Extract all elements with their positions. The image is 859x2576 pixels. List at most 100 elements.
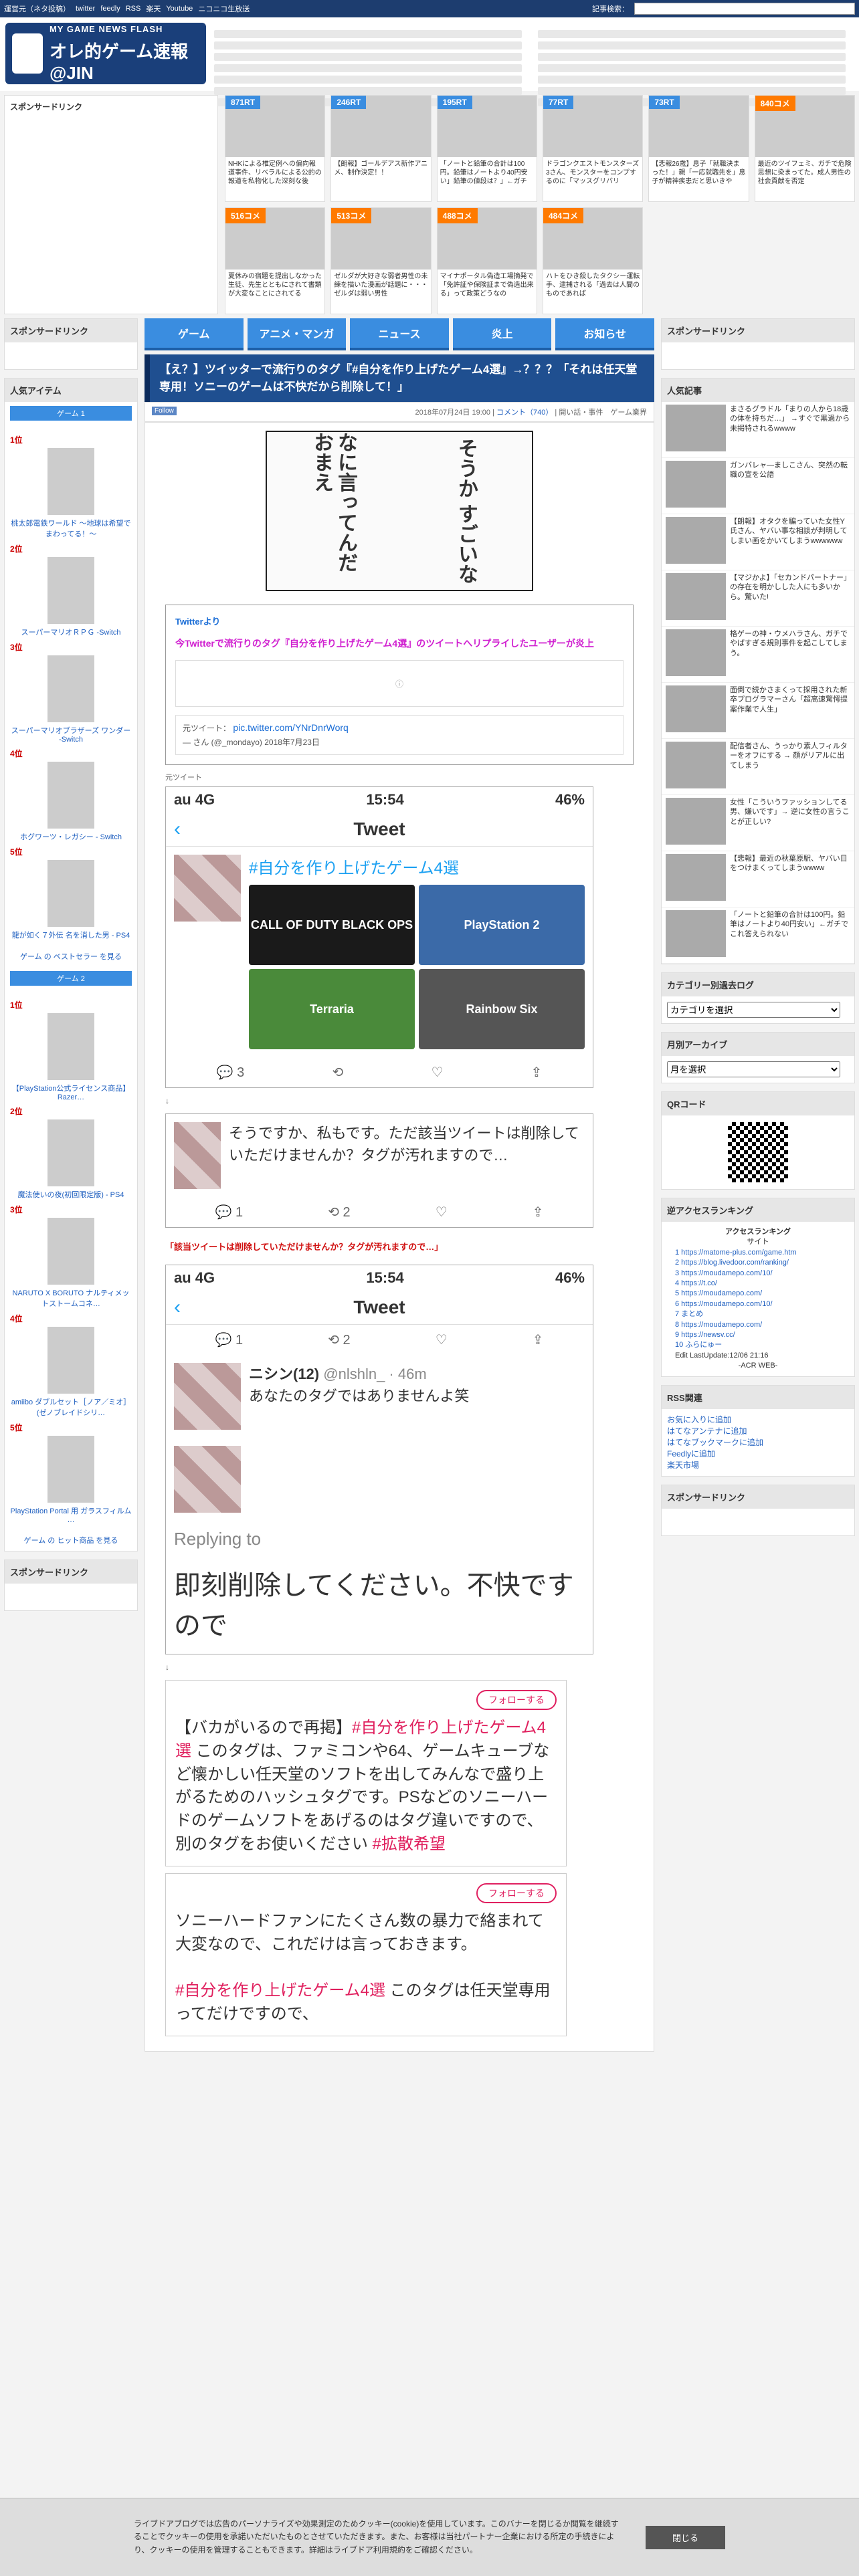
hot-tile[interactable]: 246RT 【朗報】ゴールデアス新作アニメ、制作決定！！ — [330, 95, 432, 202]
retweet-icon[interactable]: ⟲ 2 — [328, 1204, 350, 1220]
top-link[interactable]: 楽天 — [146, 3, 161, 14]
back-icon[interactable]: ‹ — [174, 818, 201, 841]
close-button[interactable]: 閉じる — [645, 2525, 725, 2549]
product-image[interactable] — [47, 1218, 94, 1285]
hot-tile[interactable]: 488コメ マイナポータル偽造工場摘発で「免許証や保険証まで偽造出来る」って政策ど… — [436, 207, 537, 314]
product-name[interactable]: 龍が如く７外伝 名を消した男 - PS4 — [10, 930, 132, 940]
hot-tile[interactable]: 484コメ ハトをひき殺したタクシー運転手、逮捕される「過去は人間のものであれば — [542, 207, 644, 314]
popular-article[interactable]: まさるグラドル「まりの人から18歳の体を持ちだ…」 →すぐで黒過から未掲特される… — [662, 402, 854, 458]
site-logo[interactable]: MY GAME NEWS FLASH オレ的ゲーム速報@JIN — [5, 23, 206, 84]
article-title[interactable]: 【悲報】最近の秋葉原駅、ヤバい目をつけまくってしまうwwww — [726, 854, 850, 904]
product-name[interactable]: NARUTO X BORUTO ナルティメットストームコネ… — [10, 1287, 132, 1309]
tile-text[interactable]: ドラゴンクエストモンスターズ3さん、モンスターをコンプするのに「マッスグリバリ — [543, 157, 642, 189]
hashtag[interactable]: #自分を作り上げたゲーム4選 — [175, 1981, 385, 2000]
nav-anime[interactable]: アニメ・マンガ — [247, 318, 347, 350]
popular-article[interactable]: 「ノートと鉛筆の合計は100円。鉛筆はノートより40円安い」←ガチでこれ答えられ… — [662, 907, 854, 964]
like-icon[interactable]: ♡ — [436, 1204, 448, 1220]
rss-link[interactable]: はてなアンテナに追加 — [667, 1426, 849, 1437]
nav-game[interactable]: ゲーム — [145, 318, 244, 350]
popular-article[interactable]: 【マジかよ】「セカンドパートナー」の存在を明かしした人にも多いから。驚いた! — [662, 570, 854, 627]
ranking-row[interactable]: 8 https://moudamepo.com/ — [675, 1320, 841, 1330]
product-name[interactable]: 桃太郎電鉄ワールド ～地球は希望でまわってる！～ — [10, 518, 132, 539]
retweet-icon[interactable]: ⟲ — [332, 1064, 343, 1081]
article-title[interactable]: 面倒で続かさまくって採用された新卒プログラマーさん「超高速驚愕提案作業で人生」 — [726, 685, 850, 736]
product-image[interactable] — [47, 655, 94, 722]
ranking-row[interactable]: 5 https://moudamepo.com/ — [675, 1289, 841, 1299]
top-link[interactable]: Youtube — [166, 5, 193, 13]
quote-link[interactable]: pic.twitter.com/YNrDnrWorq — [233, 722, 348, 733]
hashtag[interactable]: #拡散希望 — [373, 1835, 446, 1853]
ranking-row[interactable]: 4 https://t.co/ — [675, 1279, 841, 1289]
product-image[interactable] — [47, 860, 94, 927]
article-title[interactable]: 【朗報】オタクを騙っていた女性Y氏さん、ヤバい事な相談が判明してしまい画をかいて… — [726, 517, 850, 567]
product-name[interactable]: スーパーマリオＲＰＧ -Switch — [10, 627, 132, 637]
article-title[interactable]: 格ゲーの神・ウメハラさん、ガチでやばすぎる規則事件を起こしてしまう。 — [726, 629, 850, 679]
popular-article[interactable]: 女性「こういうファッションしてる男、嫌いです」→ 逆に女性の言うことが正しい? — [662, 795, 854, 851]
top-link[interactable]: 運営元（ネタ投稿） — [4, 3, 70, 14]
tile-text[interactable]: ゼルダが大好きな弱者男性の未練を描いた漫画が話題に・・・ゼルダは弱い男性 — [331, 270, 430, 301]
hot-tile[interactable]: 73RT 【悲報26歳】息子「就職決まった！」親「一応就職先を」息子が精神疾患だと… — [648, 95, 749, 202]
tile-text[interactable]: 最近のツイフェミ、ガチで危険思想に染まってた。成人男性の社会貢献を否定 — [755, 157, 854, 189]
tile-text[interactable]: 【朗報】ゴールデアス新作アニメ、制作決定！！ — [331, 157, 430, 180]
hot-tile[interactable]: 195RT 「ノートと鉛筆の合計は100円。鉛筆はノートより40円安い」鉛筆の値段… — [436, 95, 537, 202]
top-link[interactable]: feedly — [100, 5, 120, 13]
follow-button[interactable]: フォローする — [476, 1690, 557, 1711]
ranking-row[interactable]: 1 https://matome-plus.com/game.htm — [675, 1248, 841, 1258]
share-icon[interactable]: ⇪ — [533, 1204, 544, 1220]
product-name[interactable]: amiibo ダブルセット［ノア／ミオ］(ゼノブレイドシリ… — [10, 1396, 132, 1418]
more-hit-link[interactable]: ゲーム の ヒット商品 を見る — [5, 1529, 137, 1551]
category-select[interactable]: カテゴリを選択 — [667, 1002, 841, 1018]
popular-article[interactable]: 格ゲーの神・ウメハラさん、ガチでやばすぎる規則事件を起こしてしまう。 — [662, 627, 854, 683]
more-bestseller-link[interactable]: ゲーム の ベストセラー を見る — [5, 946, 137, 967]
ranking-row[interactable]: 3 https://moudamepo.com/10/ — [675, 1269, 841, 1279]
product-image[interactable] — [47, 1327, 94, 1394]
product-image[interactable] — [47, 1436, 94, 1503]
article-tags[interactable]: 開い話・事件 ゲーム業界 — [559, 409, 647, 417]
product-image[interactable] — [47, 1119, 94, 1186]
tile-text[interactable]: 「ノートと鉛筆の合計は100円。鉛筆はノートより40円安い」鉛筆の値段は？」←ガ… — [438, 157, 537, 189]
popular-article[interactable]: ガンバレャ―ましこさん、突然の転職の宣を公語 — [662, 458, 854, 514]
popular-article[interactable]: 【朗報】オタクを騙っていた女性Y氏さん、ヤバい事な相談が判明してしまい画をかいて… — [662, 514, 854, 570]
ranking-row[interactable]: 2 https://blog.livedoor.com/ranking/ — [675, 1258, 841, 1268]
share-icon[interactable]: ⇪ — [531, 1064, 543, 1081]
rss-link[interactable]: お気に入りに追加 — [667, 1414, 849, 1426]
article-title[interactable]: 配信者さん、うっかり素人フィルターをオフにする → 顔がリアルに出てしまう — [726, 742, 850, 792]
game-2-tab[interactable]: ゲーム 2 — [10, 971, 132, 986]
archive-select[interactable]: 月を選択 — [667, 1061, 841, 1077]
reply-icon[interactable]: 💬 3 — [217, 1064, 245, 1081]
product-image[interactable] — [47, 557, 94, 624]
top-link[interactable]: twitter — [76, 5, 95, 13]
article-title[interactable]: 【マジかよ】「セカンドパートナー」の存在を明かしした人にも多いから。驚いた! — [726, 573, 850, 623]
product-image[interactable] — [47, 1013, 94, 1080]
back-icon[interactable]: ‹ — [174, 1296, 201, 1319]
product-image[interactable] — [47, 448, 94, 515]
article-title[interactable]: まさるグラドル「まりの人から18歳の体を持ちだ…」 →すぐで黒過から未掲特される… — [726, 405, 850, 455]
article-title[interactable]: 「ノートと鉛筆の合計は100円。鉛筆はノートより40円安い」←ガチでこれ答えられ… — [726, 910, 850, 960]
popular-article[interactable]: 配信者さん、うっかり素人フィルターをオフにする → 顔がリアルに出てしまう — [662, 739, 854, 795]
tile-text[interactable]: マイナポータル偽造工場摘発で「免許証や保険証まで偽造出来る」って政策どうなの — [438, 270, 537, 301]
follow-button[interactable]: Follow — [152, 407, 177, 415]
follow-button[interactable]: フォローする — [476, 1883, 557, 1904]
nav-news[interactable]: ニュース — [350, 318, 449, 350]
popular-article[interactable]: 【悲報】最近の秋葉原駅、ヤバい目をつけまくってしまうwwww — [662, 851, 854, 907]
product-name[interactable]: PlayStation Portal 用 ガラスフィルム … — [10, 1505, 132, 1524]
hot-tile[interactable]: 871RT NHKによる椎定例への偏向報道事件、リベラルによる公的の報道を私物化し… — [225, 95, 326, 202]
rss-link[interactable]: はてなブックマークに追加 — [667, 1437, 849, 1448]
hot-tile[interactable]: 516コメ 夏休みの宿題を提出しなかった生徒、先生とともにされて書類が大変なことに… — [225, 207, 326, 314]
hot-tile[interactable]: 77RT ドラゴンクエストモンスターズ3さん、モンスターをコンプするのに「マッスグ… — [542, 95, 644, 202]
comment-count[interactable]: コメント（740） — [496, 409, 553, 417]
like-icon[interactable]: ♡ — [431, 1064, 443, 1081]
nav-info[interactable]: お知らせ — [555, 318, 654, 350]
top-link[interactable]: ニコニコ生放送 — [198, 3, 250, 14]
article-title[interactable]: ガンバレャ―ましこさん、突然の転職の宣を公語 — [726, 461, 850, 511]
hot-tile[interactable]: 513コメ ゼルダが大好きな弱者男性の未練を描いた漫画が話題に・・・ゼルダは弱い男… — [330, 207, 432, 314]
article-title[interactable]: 女性「こういうファッションしてる男、嫌いです」→ 逆に女性の言うことが正しい? — [726, 798, 850, 848]
nav-flame[interactable]: 炎上 — [452, 318, 552, 350]
search-input[interactable] — [634, 3, 855, 15]
product-name[interactable]: 魔法使いの夜(初回限定版) - PS4 — [10, 1189, 132, 1200]
reply-icon[interactable]: 💬 1 — [215, 1204, 244, 1220]
ranking-row[interactable]: 9 https://newsv.cc/ — [675, 1330, 841, 1340]
ranking-row[interactable]: 7 まとめ — [675, 1309, 841, 1319]
popular-article[interactable]: 面倒で続かさまくって採用された新卒プログラマーさん「超高速驚愕提案作業で人生」 — [662, 683, 854, 739]
hot-tile[interactable]: 840コメ 最近のツイフェミ、ガチで危険思想に染まってた。成人男性の社会貢献を否定 — [754, 95, 855, 202]
